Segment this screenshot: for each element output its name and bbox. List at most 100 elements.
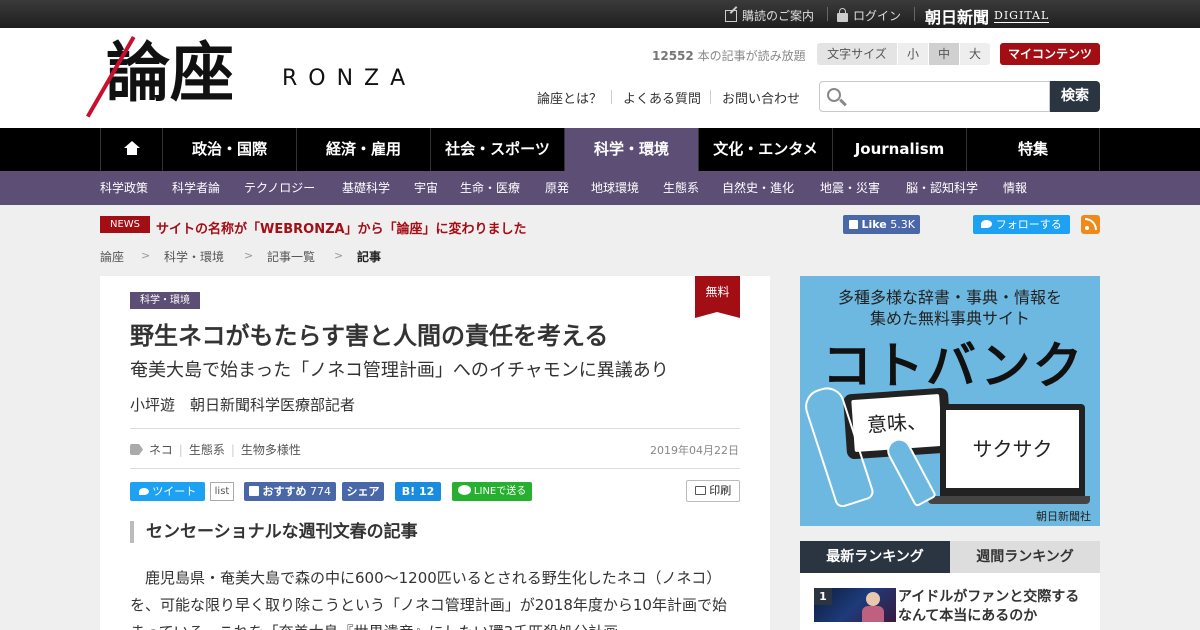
tab-weekly-ranking[interactable]: 週間ランキング	[950, 541, 1100, 573]
line-icon	[457, 485, 471, 495]
top-bar: 購読のご案内 ログイン 朝日新聞 DIGITAL	[0, 0, 1200, 28]
subnav-item[interactable]: 科学者論	[172, 171, 220, 205]
tag-list: ネコ | 生態系 | 生物多様性	[130, 441, 301, 458]
search-input[interactable]	[852, 86, 1044, 108]
nav-features[interactable]: 特集	[966, 128, 1100, 171]
subnav-item[interactable]: 基礎科学	[342, 171, 390, 205]
section-heading: センセーショナルな週刊文春の記事	[130, 521, 418, 543]
tweet-list-button[interactable]: list	[210, 482, 234, 501]
news-badge: NEWS	[100, 216, 150, 233]
tag-icon	[130, 444, 143, 455]
print-label: 印刷	[709, 484, 732, 497]
sub-nav: 科学政策 科学者論 テクノロジー 基礎科学 宇宙 生命・医療 原発 地球環境 生…	[0, 171, 1200, 205]
fb-recommend-count: 774	[310, 485, 331, 498]
nav-science[interactable]: 科学・環境	[564, 128, 698, 171]
breadcrumb-item[interactable]: 記事一覧	[267, 248, 315, 265]
divider	[710, 90, 711, 104]
divider: |	[230, 442, 235, 457]
fb-recommend-label: おすすめ	[262, 485, 307, 498]
article-body: 鹿児島県・奄美大島で森の中に600～1200匹いるとされる野生化したネコ（ノネコ…	[130, 569, 727, 630]
breadcrumb-current: 記事	[357, 250, 382, 264]
tab-latest-ranking[interactable]: 最新ランキング	[800, 541, 950, 573]
nav-politics[interactable]: 政治・国際	[162, 128, 296, 171]
search-input-wrap[interactable]	[819, 81, 1050, 112]
font-size-small[interactable]: 小	[898, 43, 928, 65]
about-link[interactable]: 論座とは？	[537, 88, 602, 107]
subscribe-label: 購読のご案内	[742, 9, 815, 23]
line-share-button[interactable]: LINEで送る	[452, 482, 532, 501]
subnav-item[interactable]: 科学政策	[100, 171, 148, 205]
search-button[interactable]: 検索	[1050, 81, 1100, 112]
facebook-share-button[interactable]: シェア	[342, 482, 384, 501]
my-contents-button[interactable]: マイコンテンツ	[1000, 43, 1100, 65]
subscribe-link[interactable]: 購読のご案内	[725, 5, 815, 24]
nav-culture[interactable]: 文化・エンタメ	[698, 128, 832, 171]
thumbs-up-icon	[849, 219, 858, 229]
subnav-item[interactable]: 原発	[545, 171, 569, 205]
tweet-button[interactable]: ツイート	[130, 482, 205, 501]
ronza-logo[interactable]: 論座	[86, 36, 279, 124]
subnav-item[interactable]: 脳・認知科学	[906, 171, 978, 205]
laptop-base	[928, 496, 1090, 504]
free-badge: 無料	[695, 276, 740, 318]
divider	[914, 7, 915, 21]
subnav-item[interactable]: 地震・災害	[820, 171, 880, 205]
subnav-item[interactable]: 情報	[1003, 171, 1027, 205]
person-figure	[862, 606, 884, 622]
hatena-bookmark-button[interactable]: B! 12	[395, 482, 441, 501]
twitter-follow-button[interactable]: フォローする	[973, 215, 1070, 234]
nav-society[interactable]: 社会・スポーツ	[430, 128, 564, 171]
tag-item[interactable]: 生態系	[189, 441, 225, 458]
ranking-thumbnail[interactable]: 1	[814, 588, 896, 622]
contact-link[interactable]: お問い合わせ	[722, 88, 800, 107]
lock-icon	[837, 7, 848, 22]
asahi-digital-logo[interactable]: 朝日新聞 DIGITAL	[925, 4, 1050, 28]
twitter-bird-icon	[981, 220, 993, 228]
article-date: 2019年04月22日	[650, 444, 739, 457]
article-author[interactable]: 小坪遊 朝日新聞科学医療部記者	[130, 394, 355, 415]
twitter-bird-icon	[138, 487, 149, 495]
subnav-item[interactable]: 自然史・進化	[722, 171, 794, 205]
font-size-large[interactable]: 大	[960, 43, 990, 65]
ranking-item-title[interactable]: アイドルがファンと交際するなんて本当にあるのか	[898, 588, 1088, 626]
category-badge[interactable]: 科学・環境	[130, 292, 200, 309]
divider: |	[178, 442, 183, 457]
divider	[130, 468, 740, 469]
login-link[interactable]: ログイン	[837, 7, 901, 24]
subnav-item[interactable]: 生命・医療	[460, 171, 520, 205]
article-card: 科学・環境 無料 野生ネコがもたらす害と人間の責任を考える 奄美大島で始まった「…	[100, 276, 770, 630]
main-nav: 政治・国際 経済・雇用 社会・スポーツ 科学・環境 文化・エンタメ Journa…	[0, 128, 1200, 171]
facebook-like-button[interactable]: Like 5.3K	[843, 215, 920, 234]
fb-like-count: 5.3K	[890, 218, 915, 231]
rss-icon[interactable]	[1081, 215, 1100, 234]
subnav-item[interactable]: 地球環境	[591, 171, 639, 205]
facebook-icon	[249, 486, 259, 496]
breadcrumb-item[interactable]: 科学・環境	[164, 248, 224, 265]
tag-item[interactable]: ネコ	[149, 441, 173, 458]
laptop-illustration: サクサク	[940, 404, 1085, 496]
breadcrumb-item[interactable]: 論座	[100, 248, 124, 265]
search-icon-handle	[839, 98, 847, 107]
kotobank-ad[interactable]: 多種多様な辞書・事典・情報を 集めた無料事典サイト コトバンク 意味、 サクサク…	[800, 276, 1100, 526]
nav-economy[interactable]: 経済・雇用	[296, 128, 430, 171]
fb-like-label: Like	[861, 218, 887, 231]
tag-item[interactable]: 生物多様性	[241, 441, 301, 458]
brand-sub: DIGITAL	[994, 9, 1050, 23]
subnav-item[interactable]: テクノロジー	[244, 171, 315, 205]
tweet-label: ツイート	[152, 485, 197, 498]
subnav-item[interactable]: 生態系	[663, 171, 699, 205]
article-subtitle: 奄美大島で始まった「ノネコ管理計画」へのイチャモンに異議あり	[130, 360, 669, 381]
home-icon	[123, 141, 140, 155]
breadcrumb-sep: >	[244, 249, 254, 262]
subnav-item[interactable]: 宇宙	[414, 171, 438, 205]
facebook-recommend-button[interactable]: おすすめ 774	[244, 482, 336, 501]
nav-home[interactable]	[100, 128, 162, 171]
print-button[interactable]: 印刷	[686, 480, 740, 502]
login-label: ログイン	[853, 9, 902, 23]
news-headline[interactable]: サイトの名称が「WEBRONZA」から「論座」に変わりました	[156, 218, 527, 237]
article-count: 12552 本の記事が読み放題	[652, 47, 806, 64]
faq-link[interactable]: よくある質問	[623, 88, 701, 107]
divider	[611, 90, 612, 104]
font-size-medium[interactable]: 中	[929, 43, 959, 65]
nav-journalism[interactable]: Journalism	[832, 128, 966, 171]
